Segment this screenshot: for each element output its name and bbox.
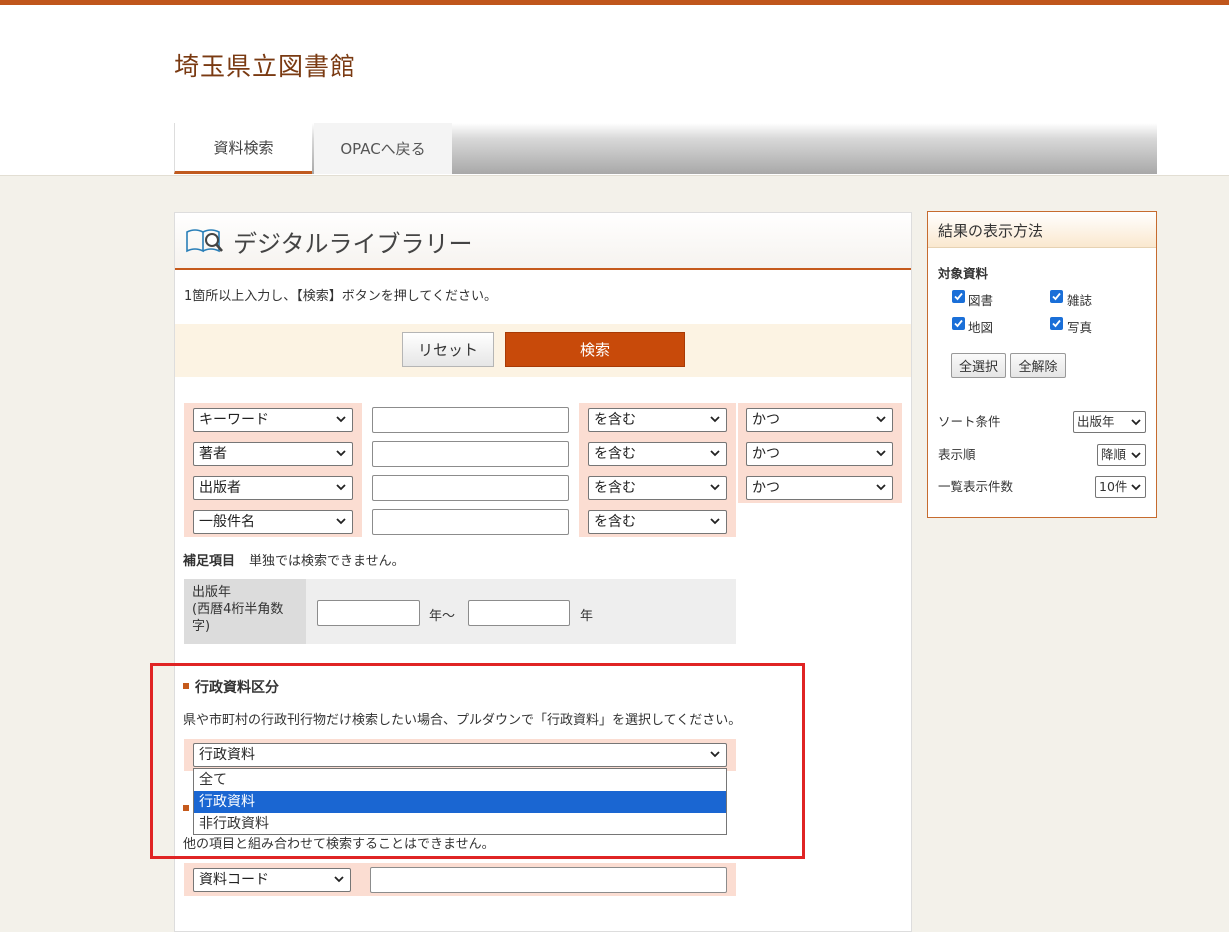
checkbox-maps[interactable] bbox=[952, 317, 965, 330]
supplement-label: 補足項目 単独では検索できません。 bbox=[183, 550, 405, 569]
keyword-input[interactable] bbox=[372, 407, 569, 433]
check-icon bbox=[954, 292, 963, 301]
publisher-input[interactable] bbox=[372, 475, 569, 501]
match-select-2-value: を含む bbox=[594, 446, 636, 462]
chevron-down-icon bbox=[334, 876, 344, 883]
chevron-down-icon bbox=[1131, 484, 1141, 491]
match-select-3-value: を含む bbox=[594, 480, 636, 496]
match-select-4-value: を含む bbox=[594, 514, 636, 530]
sort-select-value: 出版年 bbox=[1077, 414, 1115, 429]
check-icon bbox=[954, 319, 963, 328]
instruction-text: 1箇所以上入力し、【検索】ボタンを押してください。 bbox=[184, 289, 497, 304]
conj-select-3[interactable]: かつ bbox=[746, 476, 893, 500]
select-all-button[interactable]: 全選択 bbox=[951, 353, 1006, 378]
checkbox-photos-label: 写真 bbox=[1067, 320, 1093, 335]
conj-select-1[interactable]: かつ bbox=[746, 408, 893, 432]
field-select-1-value: キーワード bbox=[199, 412, 269, 428]
conj-select-2-value: かつ bbox=[752, 446, 780, 462]
order-select-value: 降順 bbox=[1101, 447, 1127, 462]
chevron-down-icon bbox=[710, 416, 720, 423]
field-select-3[interactable]: 出版者 bbox=[193, 476, 353, 500]
conj-select-1-value: かつ bbox=[752, 412, 780, 428]
checkbox-books-label: 図書 bbox=[968, 293, 994, 308]
highlight-box bbox=[150, 663, 805, 859]
action-bar: リセット 検索 bbox=[175, 324, 911, 377]
field-select-2[interactable]: 著者 bbox=[193, 442, 353, 466]
check-icon bbox=[1052, 319, 1061, 328]
panel-header: デジタルライブラリー bbox=[175, 213, 911, 270]
clear-all-button[interactable]: 全解除 bbox=[1010, 353, 1066, 378]
sort-label: ソート条件 bbox=[938, 414, 1001, 429]
chevron-down-icon bbox=[710, 518, 720, 525]
chevron-down-icon bbox=[336, 484, 346, 491]
field-select-3-value: 出版者 bbox=[199, 480, 241, 496]
field-select-4[interactable]: 一般件名 bbox=[193, 510, 353, 534]
chevron-down-icon bbox=[336, 416, 346, 423]
chevron-down-icon bbox=[336, 450, 346, 457]
year-row: 出版年 (西暦4桁半角数 字) 年〜 年 bbox=[184, 579, 736, 644]
checkbox-magazines-label: 雑誌 bbox=[1067, 293, 1093, 308]
match-select-4[interactable]: を含む bbox=[588, 510, 727, 534]
year-suffix: 年 bbox=[580, 609, 594, 624]
year-from-input[interactable] bbox=[317, 600, 420, 626]
field-select-2-value: 著者 bbox=[199, 446, 227, 462]
checkbox-magazines[interactable] bbox=[1050, 290, 1063, 303]
order-select[interactable]: 降順 bbox=[1097, 444, 1146, 466]
supplement-note: 単独では検索できません。 bbox=[249, 554, 405, 569]
page-title: デジタルライブラリー bbox=[233, 230, 473, 258]
tab-search[interactable]: 資料検索 bbox=[174, 123, 312, 174]
conj-select-2[interactable]: かつ bbox=[746, 442, 893, 466]
code-field-select[interactable]: 資料コード bbox=[193, 868, 351, 892]
match-select-1-value: を含む bbox=[594, 412, 636, 428]
checkbox-photos[interactable] bbox=[1050, 317, 1063, 330]
subject-input[interactable] bbox=[372, 509, 569, 535]
match-select-3[interactable]: を含む bbox=[588, 476, 727, 500]
chevron-down-icon bbox=[876, 450, 886, 457]
year-to-input[interactable] bbox=[468, 600, 570, 626]
chevron-down-icon bbox=[876, 484, 886, 491]
count-select-value: 10件 bbox=[1099, 479, 1128, 494]
code-input[interactable] bbox=[370, 867, 727, 893]
supplement-title: 補足項目 bbox=[183, 554, 236, 569]
checkbox-maps-label: 地図 bbox=[968, 320, 994, 335]
check-icon bbox=[1052, 292, 1061, 301]
search-button[interactable]: 検索 bbox=[505, 332, 685, 367]
checkbox-books[interactable] bbox=[952, 290, 965, 303]
year-label-line: 出版年 bbox=[192, 585, 232, 600]
side-header: 結果の表示方法 bbox=[928, 212, 1156, 248]
sort-select[interactable]: 出版年 bbox=[1073, 411, 1146, 433]
field-select-4-value: 一般件名 bbox=[199, 514, 255, 530]
year-label: 出版年 (西暦4桁半角数 字) bbox=[184, 579, 306, 644]
site-title[interactable]: 埼玉県立図書館 bbox=[174, 47, 356, 83]
author-input[interactable] bbox=[372, 441, 569, 467]
side-title: 結果の表示方法 bbox=[938, 222, 1044, 240]
reset-button[interactable]: リセット bbox=[402, 332, 494, 367]
target-label: 対象資料 bbox=[938, 266, 989, 281]
count-select[interactable]: 10件 bbox=[1095, 476, 1146, 498]
display-options-panel: 結果の表示方法 対象資料 図書 雑誌 地図 写真 全選択 全解除 ソート条件 出… bbox=[927, 211, 1157, 518]
book-search-icon bbox=[186, 229, 223, 253]
conj-select-3-value: かつ bbox=[752, 480, 780, 496]
chevron-down-icon bbox=[1131, 419, 1141, 426]
count-label: 一覧表示件数 bbox=[938, 479, 1014, 494]
code-field-select-value: 資料コード bbox=[199, 872, 269, 888]
chevron-down-icon bbox=[1131, 452, 1141, 459]
main-nav: 資料検索 OPACへ戻る bbox=[174, 123, 1157, 174]
chevron-down-icon bbox=[876, 416, 886, 423]
chevron-down-icon bbox=[710, 450, 720, 457]
year-label-line: 字) bbox=[192, 619, 211, 634]
tab-back-to-opac[interactable]: OPACへ戻る bbox=[314, 123, 452, 174]
order-label: 表示順 bbox=[938, 447, 976, 462]
match-select-1[interactable]: を含む bbox=[588, 408, 727, 432]
chevron-down-icon bbox=[710, 484, 720, 491]
match-select-2[interactable]: を含む bbox=[588, 442, 727, 466]
year-separator: 年〜 bbox=[429, 609, 456, 624]
year-label-line: (西暦4桁半角数 bbox=[192, 602, 284, 617]
chevron-down-icon bbox=[336, 518, 346, 525]
field-select-1[interactable]: キーワード bbox=[193, 408, 353, 432]
